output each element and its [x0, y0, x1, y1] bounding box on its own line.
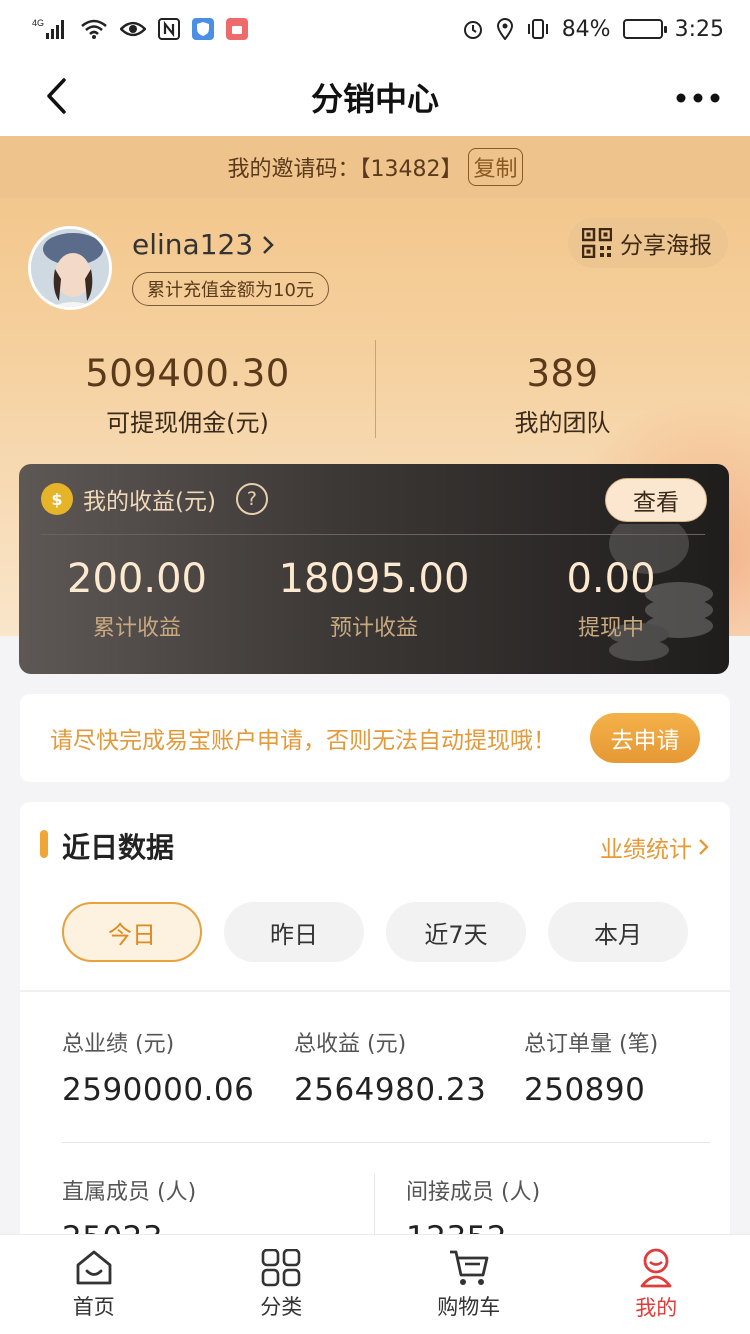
earn-withdrawing: 0.00 提现中 — [493, 556, 729, 642]
title-accent-bar — [40, 830, 48, 858]
tabbar-home[interactable]: 首页 — [0, 1235, 188, 1334]
copy-button[interactable]: 复制 — [468, 148, 523, 186]
battery-icon — [622, 19, 667, 39]
svg-text:4G: 4G — [32, 18, 44, 28]
metric-label: 间接成员 (人) — [406, 1180, 541, 1205]
tab-this-month[interactable]: 本月 — [548, 902, 688, 962]
question-icon[interactable]: ? — [235, 483, 268, 515]
metric-value: 250890 — [524, 1072, 646, 1108]
earnings-title: 我的收益(元) — [83, 489, 216, 515]
grid-icon — [261, 1248, 301, 1286]
alarm-icon — [462, 18, 484, 40]
share-poster-label: 分享海报 — [620, 233, 712, 259]
invite-code-label: 我的邀请码：【13482】 — [227, 157, 463, 182]
more-button[interactable] — [676, 78, 720, 118]
apply-button[interactable]: 去申请 — [590, 713, 700, 763]
shield-app-icon — [192, 18, 214, 40]
earn-withdrawing-value: 0.00 — [566, 556, 656, 602]
tabbar-mine[interactable]: 我的 — [563, 1235, 750, 1334]
performance-stats-label: 业绩统计 — [600, 837, 692, 863]
tabbar-category-label: 分类 — [260, 1294, 303, 1319]
tabbar-category[interactable]: 分类 — [188, 1235, 376, 1334]
invite-bar: 我的邀请码：【13482】 复制 — [0, 136, 750, 198]
chevron-right-icon — [699, 839, 709, 855]
avatar[interactable] — [28, 226, 112, 310]
username-link[interactable]: elina123 — [132, 228, 275, 261]
earn-expected-label: 预计收益 — [329, 616, 418, 641]
battery-percent: 84% — [561, 16, 611, 42]
tab-last-7-days[interactable]: 近7天 — [386, 902, 526, 962]
page-title: 分销中心 — [310, 80, 439, 118]
user-icon — [640, 1248, 672, 1287]
metric-label: 总订单量 (笔) — [524, 1032, 659, 1057]
clock: 3:25 — [674, 16, 724, 42]
location-icon — [496, 18, 514, 40]
vibrate-icon — [526, 18, 550, 40]
metric-value: 2590000.06 — [62, 1072, 255, 1108]
commission-stat[interactable]: 509400.30 可提现佣金(元) — [0, 352, 375, 438]
metric-total-performance: 总业绩 (元) 2590000.06 — [62, 1026, 254, 1108]
signal-icon: 4G — [32, 17, 68, 41]
earn-total-value: 200.00 — [67, 556, 207, 602]
share-poster-button[interactable]: 分享海报 — [568, 218, 728, 268]
money-bag-icon: $ — [41, 483, 73, 515]
metric-label: 总业绩 (元) — [62, 1032, 175, 1057]
team-stat[interactable]: 389 我的团队 — [375, 352, 750, 438]
metric-label: 直属成员 (人) — [62, 1180, 197, 1205]
metric-total-earnings: 总收益 (元) 2564980.23 — [294, 1026, 486, 1108]
earn-withdrawing-label: 提现中 — [577, 616, 644, 641]
chevron-left-icon — [47, 78, 66, 114]
status-bar: 4G 84% 3:25 — [0, 0, 750, 58]
team-label: 我的团队 — [514, 409, 611, 437]
earn-total: 200.00 累计收益 — [19, 556, 255, 642]
nfc-icon — [158, 18, 180, 40]
bottom-tab-bar: 首页 分类 购物车 我的 — [0, 1234, 750, 1334]
performance-stats-link[interactable]: 业绩统计 — [600, 830, 710, 864]
account-notice: 请尽快完成易宝账户申请，否则无法自动提现哦！ 去申请 — [20, 694, 730, 782]
shopping-cart-icon — [449, 1250, 489, 1285]
date-range-tabs: 今日 昨日 近7天 本月 — [62, 902, 688, 962]
notice-text: 请尽快完成易宝账户申请，否则无法自动提现哦！ — [50, 728, 556, 754]
card-divider — [20, 990, 730, 992]
earnings-header: $ 我的收益(元) ? — [41, 482, 268, 516]
tabbar-cart[interactable]: 购物车 — [375, 1235, 563, 1334]
metric-label: 总收益 (元) — [294, 1032, 407, 1057]
more-dots-icon — [676, 93, 720, 103]
commission-label: 可提现佣金(元) — [106, 409, 269, 437]
metric-value: 2564980.23 — [294, 1072, 487, 1108]
recent-data-title: 近日数据 — [62, 831, 175, 864]
back-button[interactable] — [34, 74, 78, 118]
commission-value: 509400.30 — [85, 352, 290, 395]
tabbar-mine-label: 我的 — [635, 1295, 678, 1320]
tab-yesterday[interactable]: 昨日 — [224, 902, 364, 962]
nav-bar: 分销中心 — [0, 58, 750, 136]
view-earnings-button[interactable]: 查看 — [605, 478, 707, 522]
home-icon — [76, 1250, 112, 1284]
team-value: 389 — [526, 352, 599, 395]
username: elina123 — [132, 228, 254, 261]
shop-app-icon — [226, 18, 248, 40]
tabbar-home-label: 首页 — [72, 1294, 115, 1319]
tabbar-cart-label: 购物车 — [437, 1294, 501, 1319]
earnings-divider — [41, 534, 705, 535]
qr-code-icon — [582, 228, 612, 258]
earn-expected-value: 18095.00 — [278, 556, 470, 602]
recent-data-card: 近日数据 业绩统计 今日 昨日 近7天 本月 总业绩 (元) 2590000.0… — [20, 802, 730, 1262]
earnings-card: $ 我的收益(元) ? 查看 200.00 累计收益 18095.00 预计收益… — [19, 464, 729, 674]
chevron-right-icon — [263, 235, 274, 254]
tab-today[interactable]: 今日 — [62, 902, 202, 962]
earn-expected: 18095.00 预计收益 — [256, 556, 492, 642]
recharge-tag: 累计充值金额为10元 — [132, 272, 329, 306]
metrics-divider — [62, 1142, 710, 1143]
metric-total-orders: 总订单量 (笔) 250890 — [524, 1026, 658, 1108]
eye-icon — [120, 19, 146, 39]
earn-total-label: 累计收益 — [92, 616, 181, 641]
wifi-icon — [80, 18, 108, 40]
